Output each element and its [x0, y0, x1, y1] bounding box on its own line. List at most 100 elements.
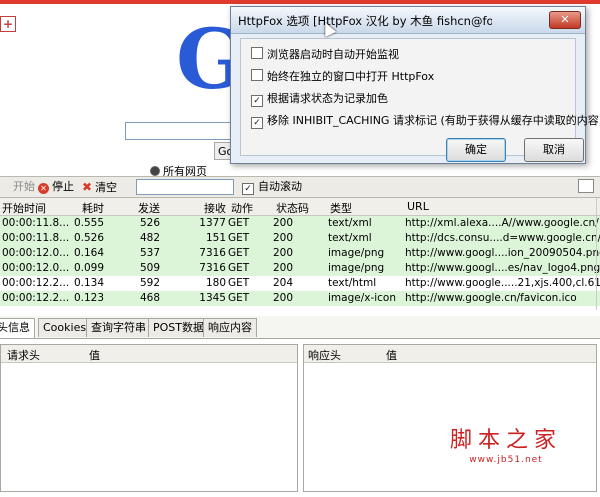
cell-url: http://www.googl....es/nav_logo4.png: [405, 262, 600, 274]
table-row[interactable]: 00:00:12.0... 0.164 537 7316 GET 200 image/png…: [0, 246, 600, 261]
column-picker-icon[interactable]: [578, 179, 594, 193]
cell-method: GET: [228, 217, 250, 229]
table-scrollbar[interactable]: [596, 198, 597, 310]
response-headers-panel: 响应头 值: [303, 344, 597, 492]
checkbox-icon[interactable]: [251, 47, 263, 59]
dialog-titlebar[interactable]: HttpFox 选项 [HttpFox 汉化 by 木鱼 fishcn@foxm…: [231, 7, 585, 34]
tab-cookies[interactable]: Cookies: [38, 318, 92, 337]
cell-method: GET: [228, 262, 250, 274]
cell-time: 00:00:12.2...: [2, 277, 70, 289]
cell-time: 00:00:12.2...: [2, 292, 70, 304]
checkbox-icon[interactable]: ✓: [251, 117, 263, 129]
cell-type: image/x-icon: [328, 292, 397, 304]
clear-label: 清空: [95, 181, 118, 194]
cell-status: 200: [273, 292, 294, 304]
autoscroll-checkbox[interactable]: ✓ 自动滚动: [242, 179, 302, 195]
cell-received-text: 151: [205, 232, 226, 244]
response-value-col[interactable]: 值: [386, 347, 397, 363]
cell-method: GET: [228, 232, 250, 244]
start-button[interactable]: 开始: [13, 179, 35, 195]
site-watermark: 脚本之家 www.jb51.net: [450, 422, 562, 465]
close-icon[interactable]: ✕: [549, 11, 581, 29]
tab-headers[interactable]: 头信息: [0, 318, 35, 338]
option-color-by-status[interactable]: ✓ 根据请求状态为记录加色: [251, 90, 388, 107]
cell-url: http://www.google.cn/favicon.ico: [405, 292, 577, 304]
cell-url: http://xml.alexa....A//www.google.cn/: [405, 217, 599, 229]
option-label: 始终在独立的窗口中打开 HttpFox: [267, 70, 435, 83]
option-label: 移除 INHIBIT_CACHING 请求标记 (有助于获得从缓存中读取的内容): [267, 114, 600, 127]
table-row[interactable]: 00:00:12.2... 0.123 468 1345 GET 200 image/x-i…: [0, 291, 600, 306]
tab-response-content[interactable]: 响应内容: [203, 318, 257, 337]
cell-url: http://www.googl....ion_20090504.png: [405, 247, 600, 259]
cell-url: http://www.google.....21,xjs.400,cl.618: [405, 277, 600, 289]
filter-input[interactable]: [136, 179, 234, 195]
stop-label: 停止: [52, 180, 74, 193]
table-row[interactable]: 00:00:12.0... 0.099 509 7316 GET 200 image/png…: [0, 261, 600, 276]
cell-received-text: 180: [205, 277, 226, 289]
add-icon[interactable]: +: [0, 16, 16, 32]
cell-type: image/png: [328, 262, 385, 274]
request-value-col[interactable]: 值: [89, 347, 100, 363]
cell-status: 200: [273, 247, 294, 259]
cell-method: GET: [228, 247, 250, 259]
checkbox-icon: ✓: [242, 183, 254, 195]
clear-icon: ✖: [82, 180, 93, 194]
radio-dot-icon: [150, 166, 160, 176]
cell-url: http://dcs.consu....d=www.google.cn/: [405, 232, 600, 244]
cell-time: 00:00:12.0...: [2, 247, 70, 259]
options-dialog: HttpFox 选项 [HttpFox 汉化 by 木鱼 fishcn@foxm…: [230, 6, 600, 164]
request-table: 开始时间 耗时 发送 接收 动作 状态码 类型 URL 00:00:11.8..…: [0, 198, 600, 310]
cell-time: 00:00:12.0...: [2, 262, 70, 274]
cell-received-text: 7316: [199, 262, 226, 274]
cell-type: text/xml: [328, 232, 372, 244]
cell-duration-text: 0.164: [73, 247, 104, 259]
cell-status: 200: [273, 232, 294, 244]
tab-query-string[interactable]: 查询字符串: [86, 318, 151, 337]
table-row[interactable]: 00:00:11.8... 0.526 482 151 GET 200 text/xml ht…: [0, 231, 600, 246]
httpfox-toolbar: 开始 ✕ 停止 ✖ 清空 ✓ 自动滚动: [0, 176, 600, 198]
cell-sent-text: 509: [139, 262, 160, 274]
google-search-input[interactable]: [125, 122, 237, 140]
col-sent[interactable]: 发送: [138, 200, 160, 216]
table-row[interactable]: 00:00:11.8... 0.555 526 1377 GET 200 text/xml h…: [0, 216, 600, 231]
stop-button[interactable]: ✕ 停止: [38, 179, 74, 195]
clear-button[interactable]: ✖ 清空: [82, 179, 117, 196]
browser-top-strip: [0, 0, 600, 4]
col-start-time[interactable]: 开始时间: [2, 200, 46, 216]
cell-type: text/xml: [328, 217, 372, 229]
col-method[interactable]: 动作: [231, 200, 253, 216]
option-remove-inhibit-caching[interactable]: ✓ 移除 INHIBIT_CACHING 请求标记 (有助于获得从缓存中读取的内容…: [251, 112, 600, 129]
cell-received-text: 1345: [199, 292, 226, 304]
watermark-url: www.jb51.net: [469, 455, 543, 465]
checkbox-icon[interactable]: [251, 69, 263, 81]
cell-sent-text: 526: [139, 217, 160, 229]
dialog-title: HttpFox 选项 [HttpFox 汉化 by 木鱼 fishcn@foxm…: [238, 14, 492, 28]
cell-received-text: 1377: [199, 217, 226, 229]
cell-sent-text: 468: [139, 292, 160, 304]
cell-time: 00:00:11.8...: [2, 217, 70, 229]
option-autostart[interactable]: 浏览器启动时自动开始监视: [251, 46, 399, 62]
cell-sent-text: 592: [139, 277, 160, 289]
ok-button[interactable]: 确定: [446, 138, 506, 162]
col-type[interactable]: 类型: [330, 200, 352, 216]
option-separate-window[interactable]: 始终在独立的窗口中打开 HttpFox: [251, 68, 434, 84]
col-received[interactable]: 接收: [204, 200, 226, 216]
table-row[interactable]: 00:00:12.2... 0.134 592 180 GET 204 text/html h…: [0, 276, 600, 291]
col-url[interactable]: URL: [407, 200, 429, 213]
dialog-body: 浏览器启动时自动开始监视 始终在独立的窗口中打开 HttpFox ✓ 根据请求状态…: [240, 38, 600, 162]
cancel-button[interactable]: 取消: [524, 138, 584, 162]
col-status[interactable]: 状态码: [276, 200, 309, 216]
tab-post-data[interactable]: POST数据: [148, 318, 209, 337]
cell-duration-text: 0.555: [73, 217, 104, 229]
request-headers-panel: 请求头 值: [0, 344, 298, 492]
cell-sent-text: 482: [139, 232, 160, 244]
checkbox-icon[interactable]: ✓: [251, 95, 263, 107]
cell-time: 00:00:11.8...: [2, 232, 70, 244]
watermark-title: 脚本之家: [450, 428, 563, 453]
col-duration[interactable]: 耗时: [82, 200, 104, 216]
table-header: 开始时间 耗时 发送 接收 动作 状态码 类型 URL: [0, 198, 600, 216]
response-header-col[interactable]: 响应头: [308, 347, 341, 363]
autoscroll-label: 自动滚动: [258, 180, 302, 193]
cell-status: 204: [273, 277, 294, 289]
request-header-col[interactable]: 请求头: [7, 347, 40, 363]
